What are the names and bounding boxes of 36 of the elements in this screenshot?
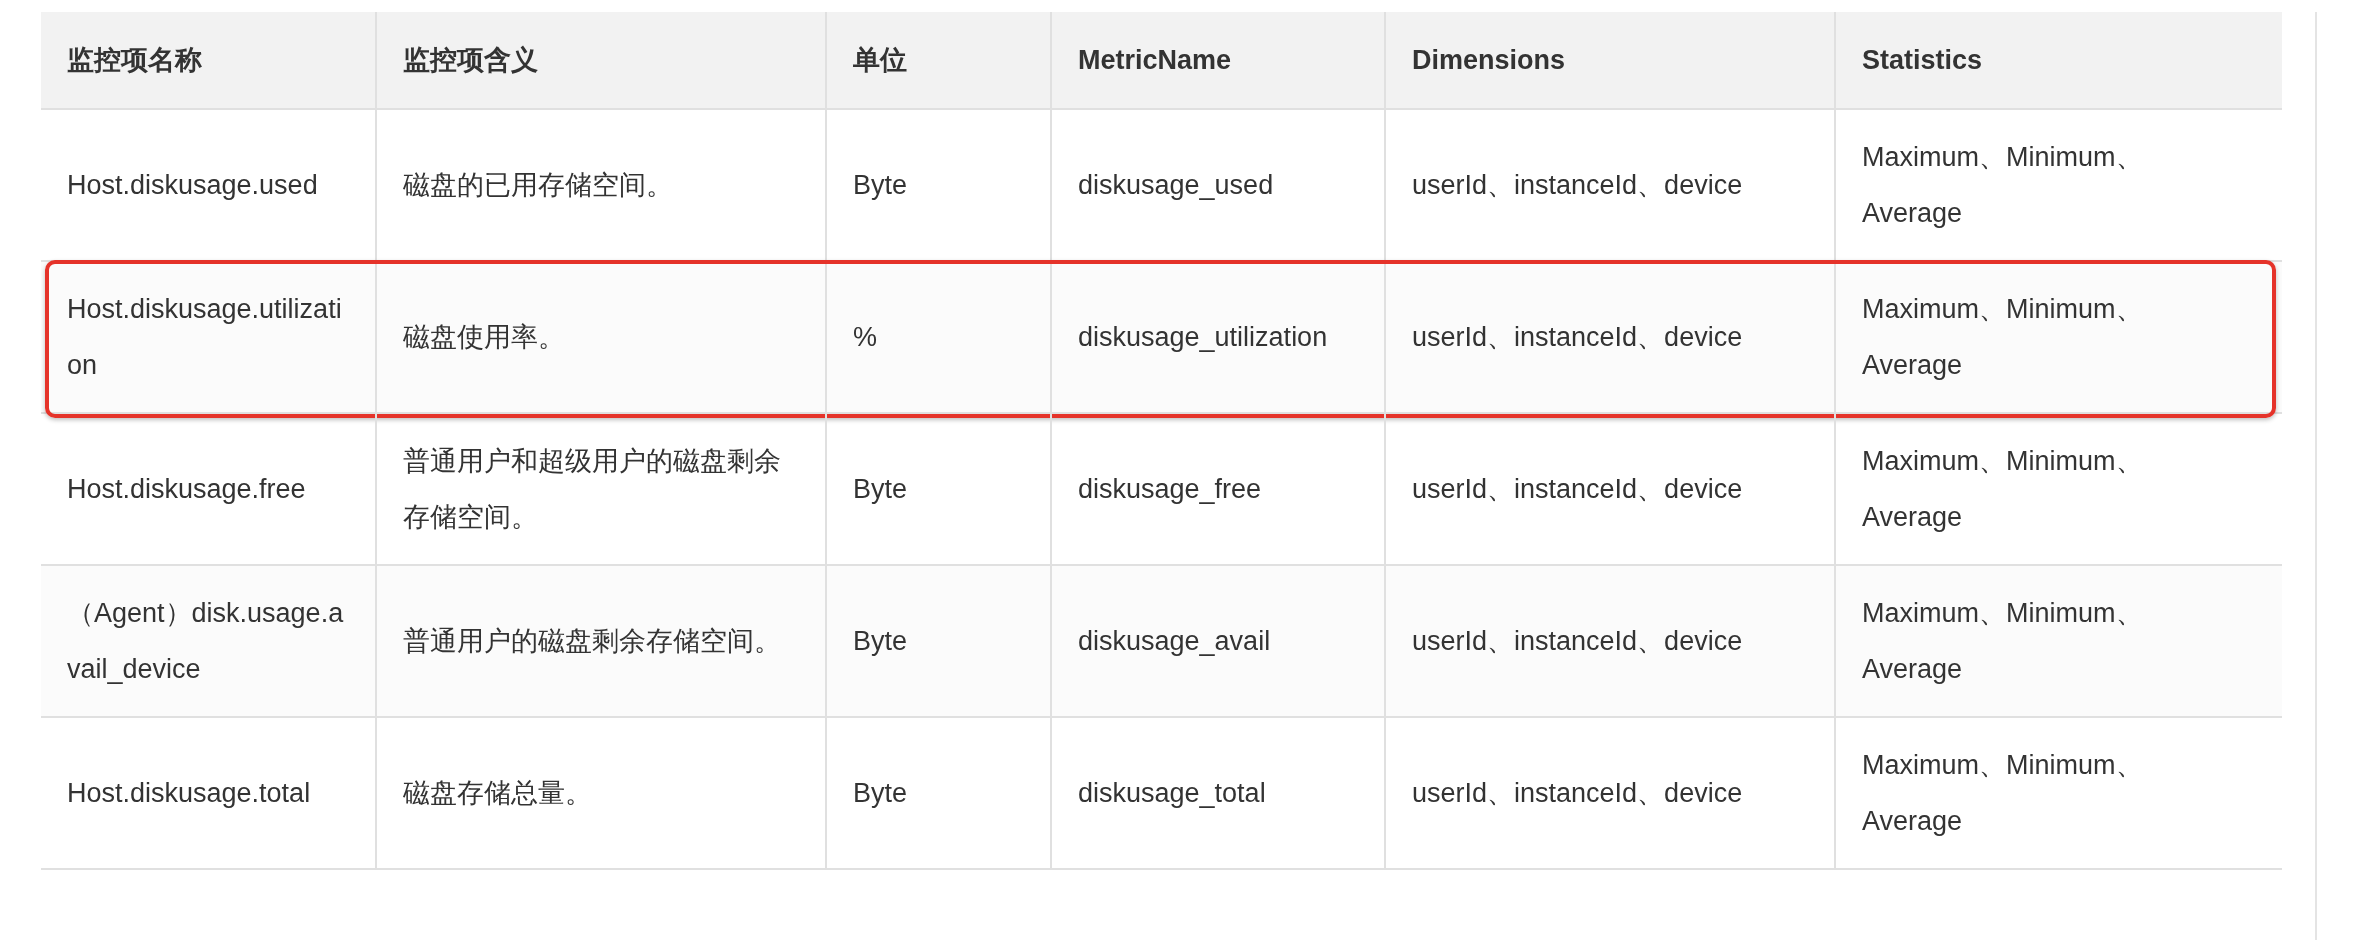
table-cell-text: 磁盘的已用存储空间。 bbox=[403, 169, 673, 202]
table-cell-text: Byte bbox=[853, 777, 908, 810]
table-cell-text: Maximum、Minimum、Average bbox=[1862, 597, 2144, 686]
column-header: Statistics bbox=[1862, 44, 1983, 77]
table-cell-text: Host.diskusage.free bbox=[67, 473, 306, 506]
table-cell-text: Host.diskusage.used bbox=[67, 169, 318, 202]
table-cell-text: diskusage_avail bbox=[1078, 625, 1271, 658]
table-cell-text: （Agent）disk.usage.avail_device bbox=[67, 597, 345, 686]
table-cell-text: Byte bbox=[853, 625, 908, 658]
table-cell-text: userId、instanceId、device bbox=[1412, 777, 1743, 810]
table-cell-text: diskusage_used bbox=[1078, 169, 1274, 202]
table-cell-text: diskusage_total bbox=[1078, 777, 1266, 810]
column-header: MetricName bbox=[1078, 44, 1232, 77]
table-cell-text: Byte bbox=[853, 473, 908, 506]
column-header: 监控项含义 bbox=[403, 44, 538, 77]
table-cell-text: Host.diskusage.utilization bbox=[67, 293, 343, 382]
table-cell-text: 普通用户和超级用户的磁盘剩余存储空间。 bbox=[403, 445, 782, 534]
table-cell-text: Host.diskusage.total bbox=[67, 777, 311, 810]
column-header: Dimensions bbox=[1412, 44, 1566, 77]
table-cell-text: 磁盘使用率。 bbox=[403, 321, 565, 354]
table-cell-text: 磁盘存储总量。 bbox=[403, 777, 592, 810]
table-cell-text: userId、instanceId、device bbox=[1412, 169, 1743, 202]
column-header: 单位 bbox=[853, 44, 907, 77]
column-header: 监控项名称 bbox=[67, 44, 202, 77]
table-cell-text: Byte bbox=[853, 169, 908, 202]
table-cell-text: 普通用户的磁盘剩余存储空间。 bbox=[403, 625, 781, 658]
table-cell-text: userId、instanceId、device bbox=[1412, 625, 1743, 658]
table-cell-text: Maximum、Minimum、Average bbox=[1862, 293, 2144, 382]
table-cell-text: diskusage_utilization bbox=[1078, 321, 1328, 354]
table-cell-text: userId、instanceId、device bbox=[1412, 473, 1743, 506]
table-cell-text: Maximum、Minimum、Average bbox=[1862, 749, 2144, 838]
table-cell-text: diskusage_free bbox=[1078, 473, 1262, 506]
table-cell-text: Maximum、Minimum、Average bbox=[1862, 445, 2144, 534]
table-cell-text: % bbox=[853, 321, 877, 354]
table-cell-text: userId、instanceId、device bbox=[1412, 321, 1743, 354]
table-cell-text: Maximum、Minimum、Average bbox=[1862, 141, 2144, 230]
